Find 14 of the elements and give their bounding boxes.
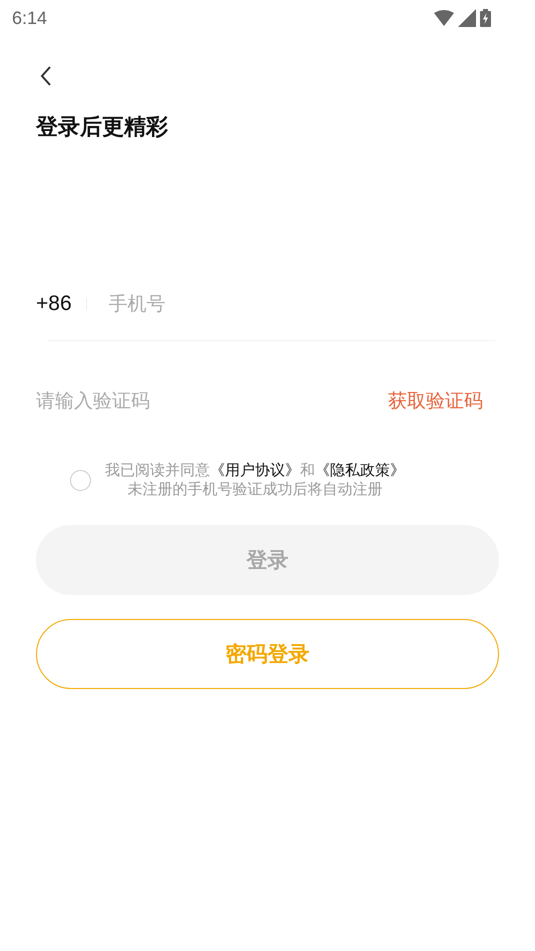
registration-note: 未注册的手机号验证成功后将自动注册 [128,480,382,499]
country-code[interactable]: +86 [36,292,72,316]
agreement-link[interactable]: 《隐私政策》 [315,461,405,479]
agree-checkbox[interactable] [70,470,91,490]
agreement-link[interactable]: 《用户协议》 [210,461,300,479]
signal-icon [458,9,476,27]
phone-field[interactable]: 手机号 [108,293,499,315]
code-field[interactable]: 请输入验证码 [36,390,388,412]
status-time: 6:14 [12,8,48,28]
wifi-icon [434,10,454,26]
battery-icon [480,9,491,27]
page-title: 登录后更精彩 [36,114,169,142]
back-icon[interactable] [40,66,52,86]
agreement-text: 我已阅读并同意《用户协议》和《隐私政策》 [105,461,405,480]
